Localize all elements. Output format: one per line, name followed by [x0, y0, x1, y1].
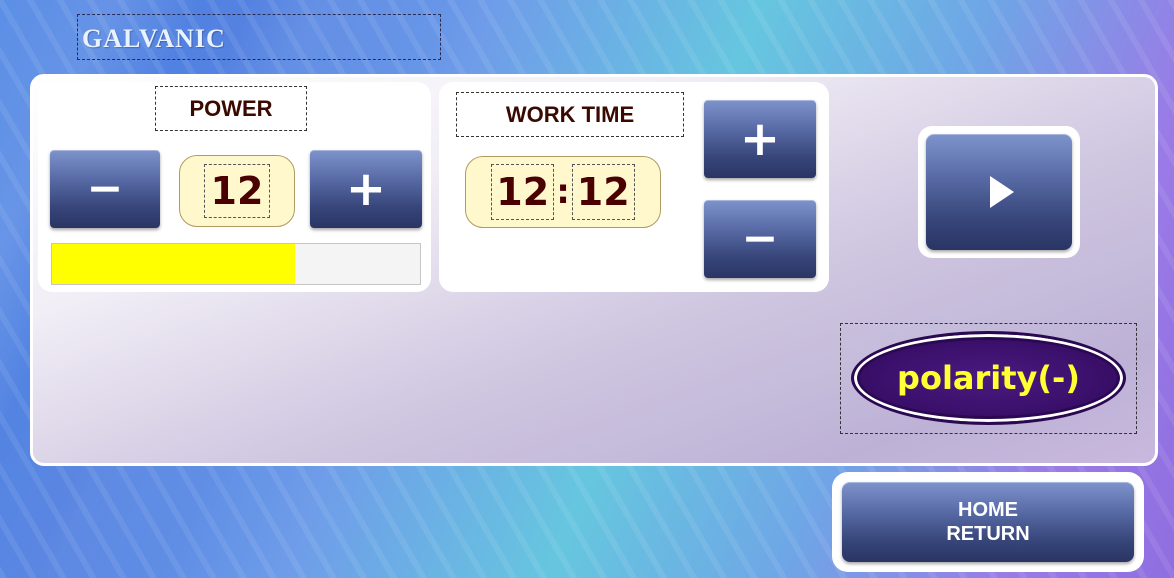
home-return-line2: RETURN	[946, 523, 1030, 545]
home-return-line1: HOME	[958, 499, 1018, 521]
minus-icon: −	[86, 163, 124, 214]
home-return-button[interactable]: HOME RETURN	[842, 482, 1134, 562]
work-time-display: 12 : 12	[465, 156, 661, 228]
polarity-button[interactable]: polarity(-)	[851, 331, 1126, 425]
play-button[interactable]	[926, 134, 1072, 250]
polarity-box: polarity(-)	[840, 323, 1137, 434]
power-level-fill	[52, 244, 295, 284]
work-time-minutes: 12	[491, 164, 555, 220]
power-level-bar	[51, 243, 421, 285]
app-title: GALVANIC	[82, 24, 226, 53]
power-panel: POWER − 12 +	[38, 82, 431, 292]
plus-icon: +	[345, 161, 387, 217]
plus-icon: +	[739, 111, 781, 167]
home-return-frame: HOME RETURN	[832, 472, 1144, 572]
play-icon	[990, 176, 1014, 208]
home-return-label: HOME RETURN	[928, 498, 1048, 546]
work-time-increase-button[interactable]: +	[704, 100, 816, 178]
work-time-label: WORK TIME	[456, 92, 684, 137]
polarity-label: polarity(-)	[897, 359, 1080, 397]
work-time-separator: :	[556, 172, 570, 212]
app-title-box: GALVANIC	[77, 14, 441, 60]
work-time-seconds: 12	[571, 164, 635, 220]
power-increase-button[interactable]: +	[310, 150, 422, 228]
power-label: POWER	[155, 86, 307, 131]
minus-icon: −	[741, 213, 779, 264]
work-time-panel: WORK TIME 12 : 12 + −	[439, 82, 829, 292]
work-time-decrease-button[interactable]: −	[704, 200, 816, 278]
power-value: 12	[203, 164, 271, 218]
play-button-frame	[918, 126, 1080, 258]
power-value-display: 12	[179, 155, 295, 227]
power-decrease-button[interactable]: −	[50, 150, 160, 228]
